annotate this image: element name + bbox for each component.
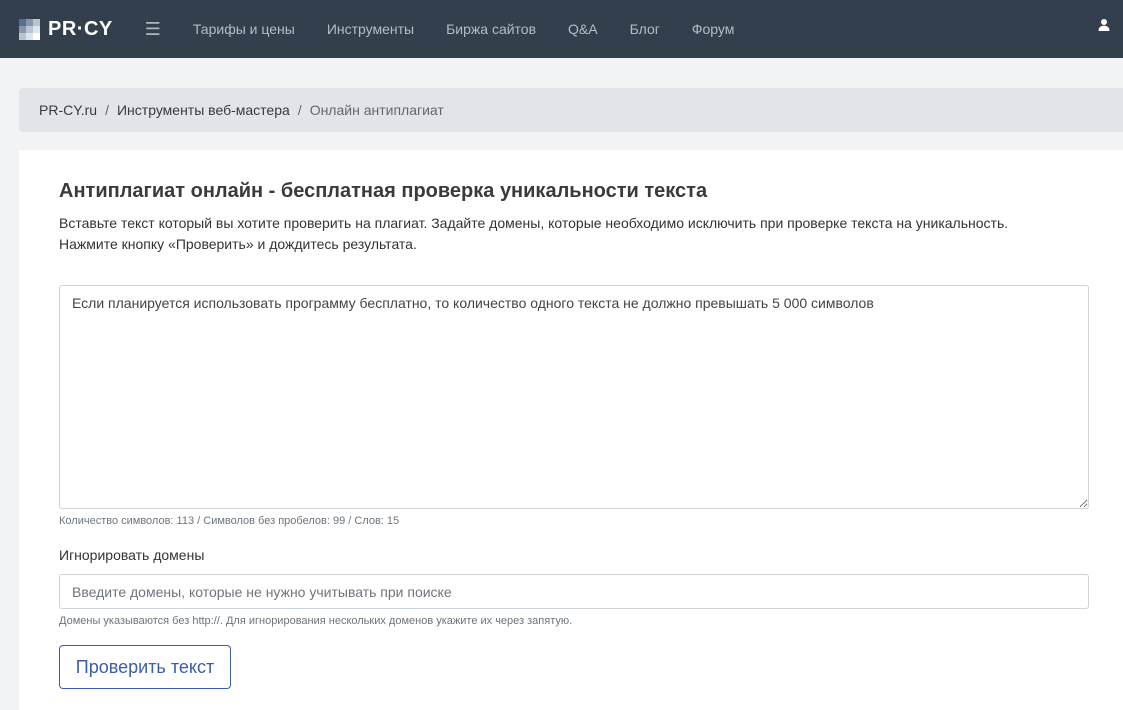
breadcrumb-tools[interactable]: Инструменты веб-мастера xyxy=(117,102,290,118)
content-card: Антиплагиат онлайн - бесплатная проверка… xyxy=(19,150,1123,710)
domains-hint: Домены указываются без http://. Для игно… xyxy=(59,615,573,627)
main-nav: Тарифы и цены Инструменты Биржа сайтов Q… xyxy=(193,21,767,37)
breadcrumb-current: Онлайн антиплагиат xyxy=(309,102,444,118)
ignore-domains-input[interactable] xyxy=(59,574,1089,609)
ignore-domains-label: Игнорировать домены xyxy=(59,547,205,563)
breadcrumb-separator: / xyxy=(297,102,302,118)
logo-mark-square xyxy=(19,32,26,40)
nav-link-site-exchange[interactable]: Биржа сайтов xyxy=(446,21,536,37)
logo-mark-square xyxy=(33,25,40,33)
page-title: Антиплагиат онлайн - бесплатная проверка… xyxy=(59,180,708,202)
logo-text: PR·CY xyxy=(48,17,113,40)
nav-link-forum[interactable]: Форум xyxy=(692,21,735,37)
logo-mark-square xyxy=(33,32,40,40)
top-navbar: PR·CY ☰ Тарифы и цены Инструменты Биржа … xyxy=(0,0,1123,58)
breadcrumb: PR-CY.ru / Инструменты веб-мастера / Онл… xyxy=(19,88,1123,132)
logo-mark-square xyxy=(26,25,33,33)
intro-line-1: Вставьте текст который вы хотите провери… xyxy=(59,215,1009,231)
breadcrumb-home[interactable]: PR-CY.ru xyxy=(39,102,97,118)
intro-text: Вставьте текст который вы хотите провери… xyxy=(59,213,1079,255)
character-counter: Количество символов: 113 / Символов без … xyxy=(59,515,400,527)
logo-mark-square xyxy=(19,25,26,33)
nav-link-qa[interactable]: Q&A xyxy=(568,21,598,37)
user-icon[interactable] xyxy=(1097,18,1111,32)
nav-link-tools[interactable]: Инструменты xyxy=(327,21,414,37)
text-input[interactable] xyxy=(59,285,1089,509)
logo-mark-square xyxy=(33,18,40,26)
breadcrumb-separator: / xyxy=(105,102,109,118)
intro-line-2: Нажмите кнопку «Проверить» и дождитесь р… xyxy=(59,236,417,252)
logo-mark-icon xyxy=(19,18,40,40)
nav-link-blog[interactable]: Блог xyxy=(630,21,660,37)
nav-link-pricing[interactable]: Тарифы и цены xyxy=(193,21,295,37)
logo-mark-square xyxy=(26,32,33,40)
logo[interactable]: PR·CY xyxy=(19,18,113,41)
hamburger-menu-icon[interactable]: ☰ xyxy=(145,20,161,38)
logo-mark-square xyxy=(26,18,33,26)
check-text-button[interactable]: Проверить текст xyxy=(59,645,231,689)
logo-mark-square xyxy=(19,18,26,26)
